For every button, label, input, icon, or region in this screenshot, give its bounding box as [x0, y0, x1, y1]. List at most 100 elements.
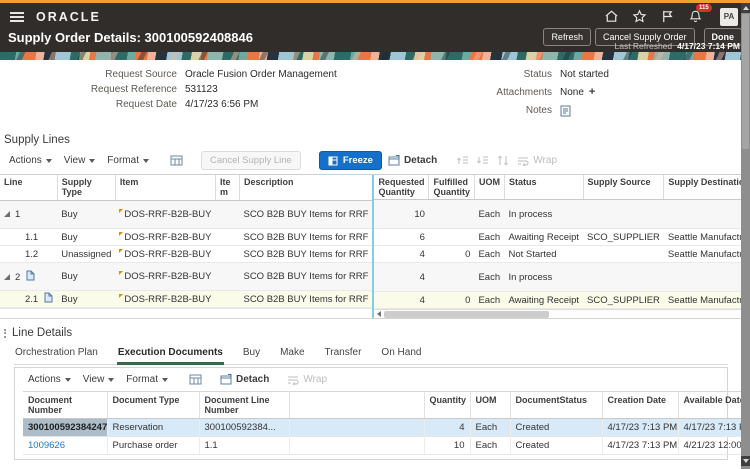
- table-row[interactable]: 1.1 Buy DOS-RRF-B2B-BUY SCO B2B BUY Item…: [0, 229, 372, 246]
- table-row[interactable]: 1 Buy DOS-RRF-B2B-BUY SCO B2B BUY Items …: [0, 201, 372, 229]
- favorites-star-icon[interactable]: [632, 9, 647, 24]
- col-status: Status: [504, 175, 583, 200]
- flag-icon: [119, 249, 123, 253]
- request-reference-label: Request Reference: [0, 84, 185, 95]
- request-date-label: Request Date: [0, 99, 185, 110]
- view-menu[interactable]: View: [61, 153, 99, 168]
- flag-icon: [119, 294, 123, 298]
- table-row[interactable]: 2.1 Buy DOS-RRF-B2B-BUY SCO B2B BUY Item…: [0, 291, 372, 308]
- page-title: Supply Order Details: 300100592408846: [8, 30, 253, 45]
- horizontal-scrollbar[interactable]: [374, 309, 750, 318]
- table-row[interactable]: 300100592384247 Reservation 300100592384…: [23, 419, 750, 437]
- scroll-left-icon[interactable]: [374, 310, 384, 319]
- execution-documents-panel: Actions View Format Detach Wrap Document…: [14, 367, 728, 460]
- format-menu[interactable]: Format: [123, 372, 171, 387]
- col-spacer: [289, 392, 424, 419]
- table-row[interactable]: 4 0 Each Awaiting Receipt SCO_SUPPLIER S…: [374, 292, 750, 309]
- tree-table-nav-icons: [457, 155, 509, 166]
- col-uom: UOM: [474, 175, 504, 200]
- line-details-section: Line Details Orchestration Plan Executio…: [0, 319, 741, 460]
- notification-badge: 115: [696, 4, 712, 12]
- freeze-button[interactable]: Freeze: [319, 151, 382, 170]
- notes-icon[interactable]: [560, 105, 571, 120]
- view-menu[interactable]: View: [80, 372, 118, 387]
- detach-button[interactable]: Detach: [220, 374, 269, 385]
- attachments-value: None: [560, 87, 584, 98]
- scroll-up-icon[interactable]: [741, 3, 750, 13]
- scroll-down-icon[interactable]: [741, 456, 750, 466]
- col-available-date[interactable]: Available Date: [678, 392, 750, 419]
- request-date-value: 4/17/23 6:56 PM: [185, 99, 258, 110]
- chevron-down-icon: [46, 159, 52, 163]
- chevron-down-icon: [162, 378, 168, 382]
- table-row[interactable]: 1009626 Purchase order 1.1 10 Each Creat…: [23, 437, 750, 455]
- oracle-logo: ORACLE: [36, 10, 101, 24]
- request-source-value: Oracle Fusion Order Management: [185, 69, 337, 80]
- request-reference-value: 531123: [185, 84, 218, 95]
- scrollbar-thumb[interactable]: [742, 14, 749, 149]
- table-row[interactable]: 6 Each Awaiting Receipt SCO_SUPPLIER Sea…: [374, 229, 750, 246]
- tab-execution-documents[interactable]: Execution Documents: [117, 344, 224, 365]
- order-summary: Request SourceOracle Fusion Order Manage…: [0, 60, 741, 131]
- tab-transfer[interactable]: Transfer: [324, 344, 363, 365]
- col-document-type[interactable]: Document Type: [107, 392, 199, 419]
- tab-orchestration-plan[interactable]: Orchestration Plan: [14, 344, 99, 365]
- wrap-button: Wrap: [287, 374, 327, 385]
- theme-banner: [0, 52, 750, 60]
- splitter-grip-icon[interactable]: [4, 329, 6, 338]
- actions-menu[interactable]: Actions: [25, 372, 74, 387]
- col-supply-type: Supply Type: [57, 175, 115, 201]
- supply-lines-table: Line Supply Type Item Item Cat Descripti…: [0, 174, 741, 319]
- col-document-line-number[interactable]: Document Line Number: [199, 392, 289, 419]
- add-attachment-icon[interactable]: +: [589, 88, 595, 97]
- col-quantity[interactable]: Quantity: [424, 392, 470, 419]
- supply-lines-title: Supply Lines: [4, 134, 741, 146]
- actions-menu[interactable]: Actions: [6, 153, 55, 168]
- col-item-category: Item Cat: [215, 175, 239, 201]
- watchlist-flag-icon[interactable]: [660, 9, 675, 24]
- document-number-cell: 1009626: [23, 437, 107, 455]
- scrollable-pane: Requested Quantity Fulfilled Quantity UO…: [374, 175, 750, 318]
- document-number-link[interactable]: 1009626: [28, 440, 65, 451]
- table-row[interactable]: 2 Buy DOS-RRF-B2B-BUY SCO B2B BUY Items …: [0, 263, 372, 291]
- col-item: Item: [115, 175, 215, 201]
- table-row[interactable]: 10 Each In process 4/21/23 11:59 PM CoSe…: [374, 200, 750, 229]
- notifications-bell-icon[interactable]: 115: [688, 9, 703, 24]
- col-document-status[interactable]: DocumentStatus: [510, 392, 602, 419]
- col-creation-date[interactable]: Creation Date: [602, 392, 678, 419]
- chevron-down-icon: [143, 159, 149, 163]
- format-menu[interactable]: Format: [104, 153, 152, 168]
- table-row[interactable]: 4 0 Each Not Started Seattle Manufactu..…: [374, 246, 750, 263]
- vertical-scrollbar[interactable]: [741, 3, 750, 469]
- avatar[interactable]: PA: [720, 8, 738, 26]
- detach-button[interactable]: Detach: [388, 155, 437, 166]
- refresh-button[interactable]: Refresh: [543, 28, 591, 46]
- expand-caret-icon[interactable]: [4, 274, 10, 280]
- flag-icon: [119, 232, 123, 236]
- scrollbar-thumb[interactable]: [384, 311, 549, 318]
- tab-on-hand[interactable]: On Hand: [380, 344, 422, 365]
- document-indicator-icon[interactable]: [44, 292, 53, 306]
- table-row[interactable]: 1.2 Unassigned DOS-RRF-B2B-BUY SCO B2B B…: [0, 246, 372, 263]
- tab-make[interactable]: Make: [279, 344, 305, 365]
- attachments-label: Attachments: [440, 87, 560, 98]
- frozen-pane: Line Supply Type Item Item Cat Descripti…: [0, 175, 374, 318]
- document-indicator-icon[interactable]: [26, 270, 35, 284]
- query-by-example-icon[interactable]: [170, 155, 183, 167]
- expand-caret-icon[interactable]: [4, 211, 10, 217]
- chevron-down-icon: [108, 378, 114, 382]
- line-details-tabs: Orchestration Plan Execution Documents B…: [14, 344, 728, 365]
- col-uom[interactable]: UOM: [470, 392, 510, 419]
- table-row[interactable]: 4 Each In process 4/21/23 11:59 PM CoSea…: [374, 263, 750, 292]
- tab-buy[interactable]: Buy: [242, 344, 261, 365]
- line-details-title: Line Details: [12, 327, 72, 339]
- home-icon[interactable]: [604, 9, 619, 24]
- request-source-label: Request Source: [0, 69, 185, 80]
- last-refreshed: Last Refreshed4/17/23 7:14 PM: [614, 41, 740, 51]
- chevron-down-icon: [89, 159, 95, 163]
- col-document-number[interactable]: Document Number: [23, 392, 107, 419]
- status-label: Status: [440, 69, 560, 80]
- hamburger-menu-icon[interactable]: [10, 12, 24, 22]
- col-requested-quantity: Requested Quantity: [374, 175, 429, 200]
- query-by-example-icon[interactable]: [189, 374, 202, 386]
